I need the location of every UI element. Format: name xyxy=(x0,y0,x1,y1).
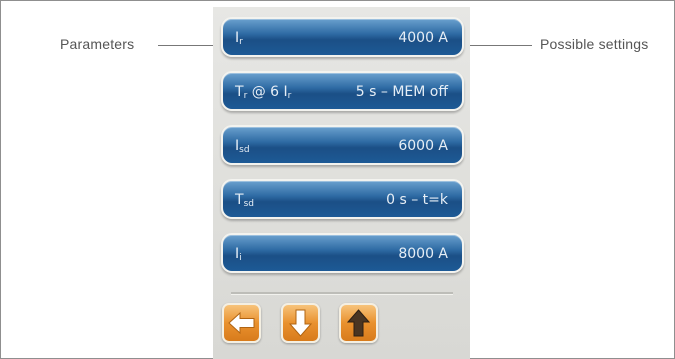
arrow-down-icon xyxy=(288,309,313,337)
param-value: 4000 A xyxy=(398,30,448,46)
param-symbol: Tsd xyxy=(235,192,254,209)
param-symbol: Ii xyxy=(235,246,242,263)
param-symbol: Tr @ 6 Ir xyxy=(235,84,292,101)
param-button-ii[interactable]: Ii 8000 A xyxy=(221,233,464,273)
param-value: 0 s – t=k xyxy=(386,192,448,208)
trip-unit-screen: Ir 4000 A Tr @ 6 Ir 5 s – MEM off Isd 60… xyxy=(213,7,470,359)
settings-leader-line xyxy=(466,45,532,46)
param-button-isd[interactable]: Isd 6000 A xyxy=(221,125,464,165)
screen-divider xyxy=(231,292,453,295)
param-button-ir[interactable]: Ir 4000 A xyxy=(221,17,464,57)
param-button-tr[interactable]: Tr @ 6 Ir 5 s – MEM off xyxy=(221,71,464,111)
scroll-up-button[interactable] xyxy=(339,303,378,343)
param-button-tsd[interactable]: Tsd 0 s – t=k xyxy=(221,179,464,219)
arrow-up-icon xyxy=(346,309,371,337)
parameters-callout: Parameters xyxy=(60,36,135,52)
possible-settings-callout: Possible settings xyxy=(540,36,649,52)
param-symbol: Isd xyxy=(235,138,250,155)
param-value: 8000 A xyxy=(398,246,448,262)
param-symbol: Ir xyxy=(235,30,243,47)
back-button[interactable] xyxy=(222,303,261,343)
scroll-down-button[interactable] xyxy=(281,303,320,343)
param-value: 5 s – MEM off xyxy=(355,84,448,100)
arrow-left-icon xyxy=(228,311,255,335)
param-value: 6000 A xyxy=(398,138,448,154)
